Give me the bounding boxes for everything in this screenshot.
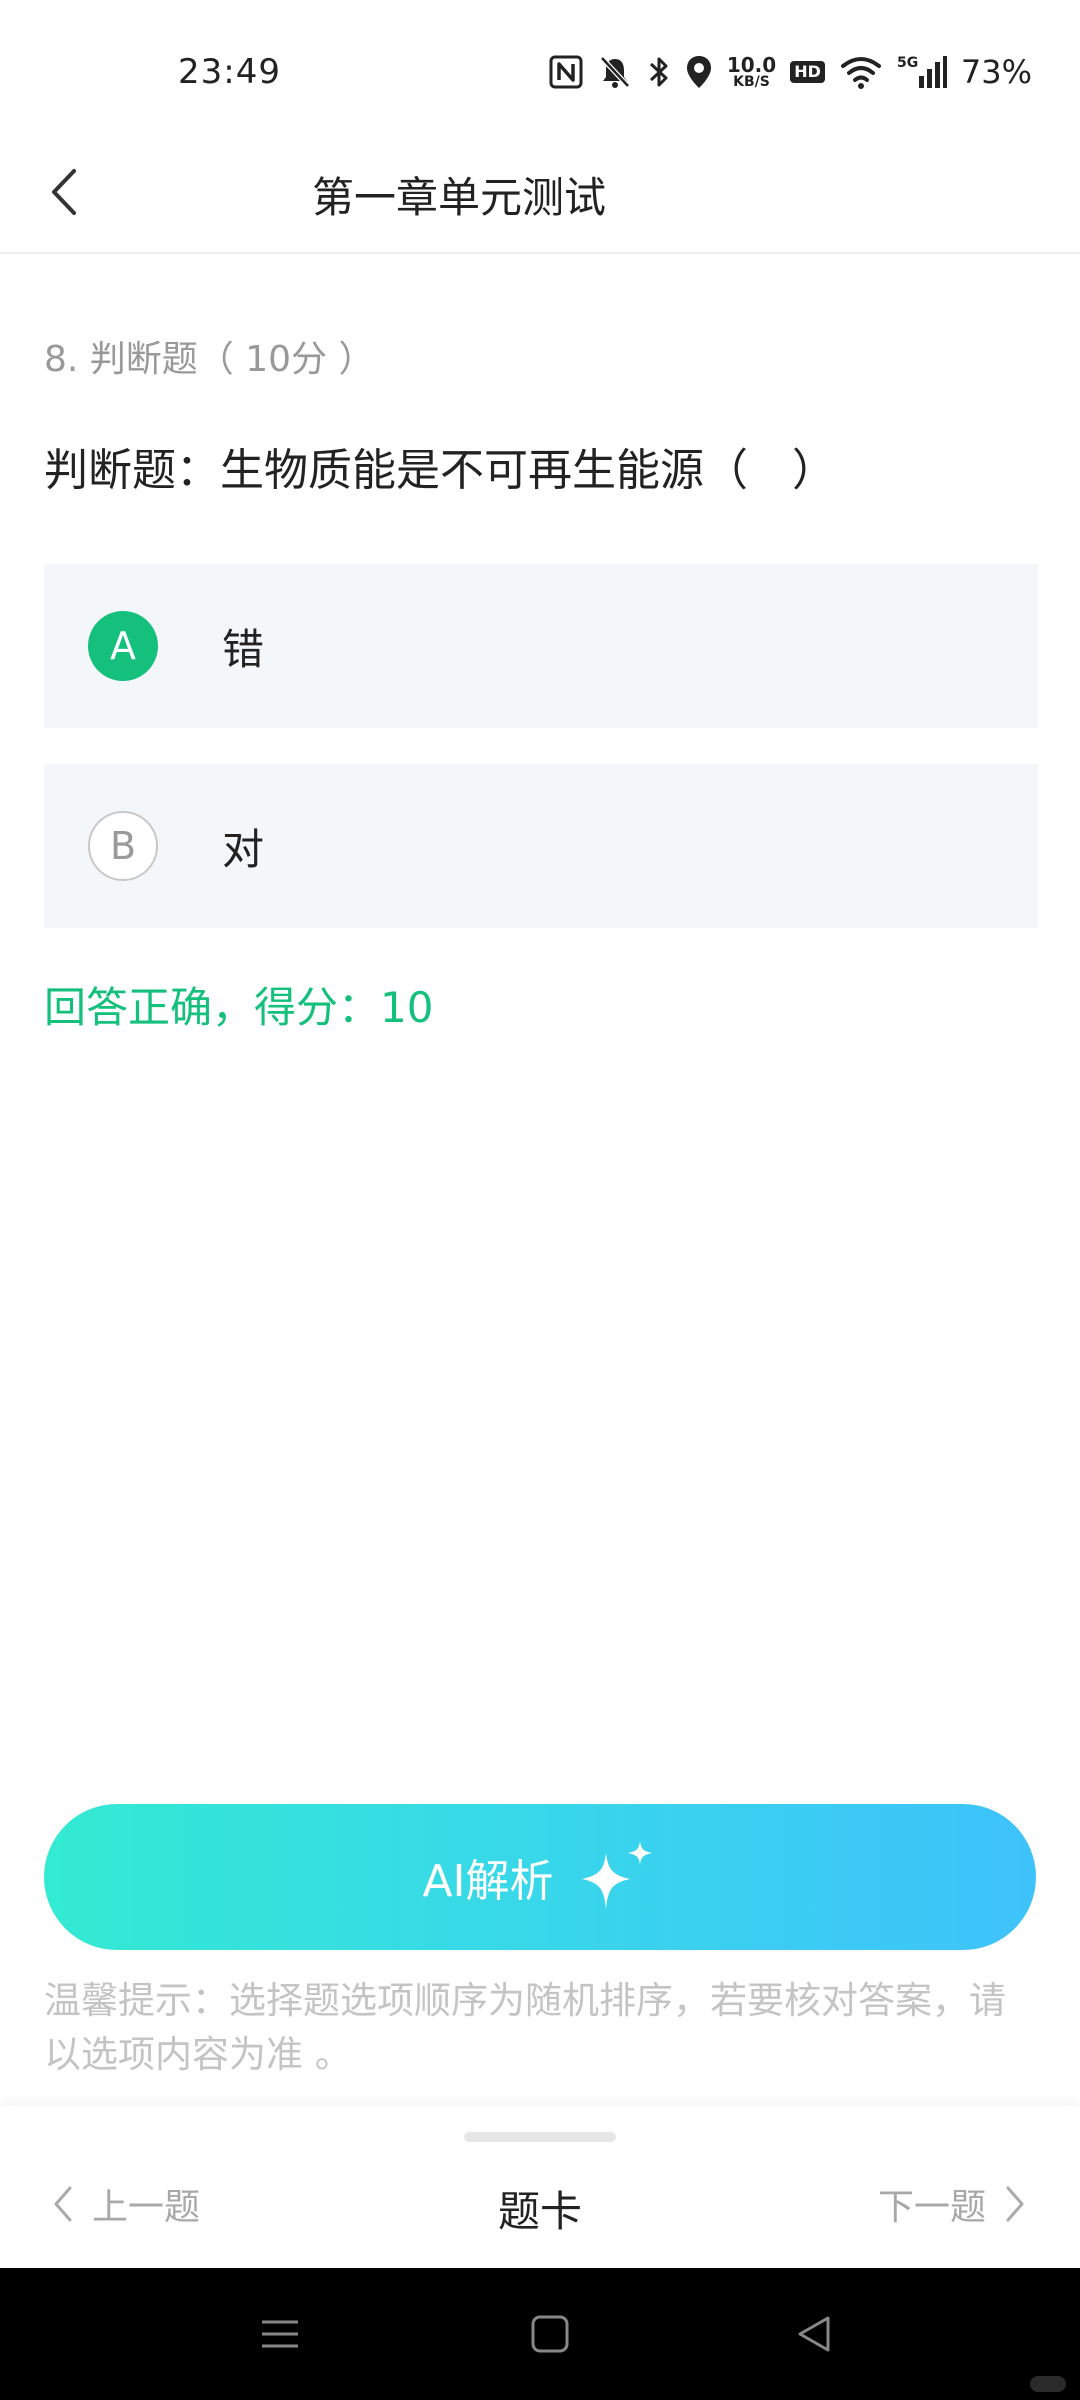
net-speed: 10.0 KB/S [727, 55, 776, 89]
answer-result: 回答正确，得分：10 [44, 983, 434, 1032]
drag-handle[interactable] [464, 2132, 616, 2142]
battery-percent: 73% [960, 53, 1032, 91]
option-a-text: 错 [222, 624, 265, 674]
net-speed-unit: KB/S [733, 74, 770, 90]
watermark-badge [1030, 2376, 1066, 2392]
prev-question-label: 上一题 [92, 2187, 201, 2228]
nav-back-button[interactable] [774, 2298, 854, 2370]
nav-home-button[interactable] [510, 2298, 590, 2370]
wifi-icon [840, 57, 881, 89]
nav-menu-button[interactable] [240, 2298, 320, 2370]
menu-icon [262, 2320, 298, 2348]
signal-icon: 5G [897, 55, 947, 88]
sparkle-icon [581, 1841, 652, 1909]
next-question-button[interactable]: 下一题 [878, 2178, 1026, 2230]
option-b[interactable]: B 对 [44, 764, 1038, 928]
exam-page: 23:49 10.0 KB/S HD 5G 73% 第一章单元测试 8. 判断题… [0, 0, 1080, 2400]
next-question-label: 下一题 [877, 2187, 986, 2228]
option-b-text: 对 [222, 824, 265, 874]
bell-muted-icon [600, 56, 630, 88]
back-button[interactable] [48, 152, 128, 232]
network-label: 5G [897, 55, 918, 71]
ai-analysis-label: AI解析 [422, 1856, 554, 1907]
bluetooth-icon [649, 57, 668, 87]
hd-badge: HD [790, 61, 825, 83]
status-bar: 23:49 10.0 KB/S HD 5G 73% [0, 0, 1080, 140]
home-square-icon [531, 2315, 569, 2353]
option-a-letter: A [88, 611, 158, 681]
location-icon [686, 56, 711, 88]
question-meta: 8. 判断题（ 10分 ） [44, 339, 375, 380]
back-triangle-icon [798, 2316, 830, 2352]
prev-question-button[interactable]: 上一题 [52, 2178, 200, 2230]
system-nav-bar [0, 2268, 1080, 2400]
option-a[interactable]: A 错 [44, 564, 1038, 728]
chevron-left-icon [52, 169, 76, 215]
chevron-right-icon [1006, 2186, 1024, 2222]
chevron-left-icon [54, 2186, 72, 2222]
nfc-icon [549, 55, 583, 89]
header: 第一章单元测试 [0, 140, 1080, 254]
question-card-label[interactable]: 题卡 [498, 2187, 582, 2236]
ai-analysis-button[interactable]: AI解析 [44, 1804, 1036, 1950]
net-speed-value: 10.0 [726, 53, 777, 77]
bottom-bar: 上一题 题卡 下一题 [0, 2106, 1080, 2268]
status-time: 23:49 [178, 52, 281, 92]
tip-text: 温馨提示：选择题选项顺序为随机排序，若要核对答案，请以选项内容为准 。 [44, 1979, 1006, 2076]
status-icons: 10.0 KB/S HD 5G 73% [549, 48, 1032, 96]
question-text: 判断题：生物质能是不可再生能源（ ） [44, 445, 836, 496]
page-title: 第一章单元测试 [312, 173, 607, 222]
option-b-letter: B [88, 811, 158, 881]
